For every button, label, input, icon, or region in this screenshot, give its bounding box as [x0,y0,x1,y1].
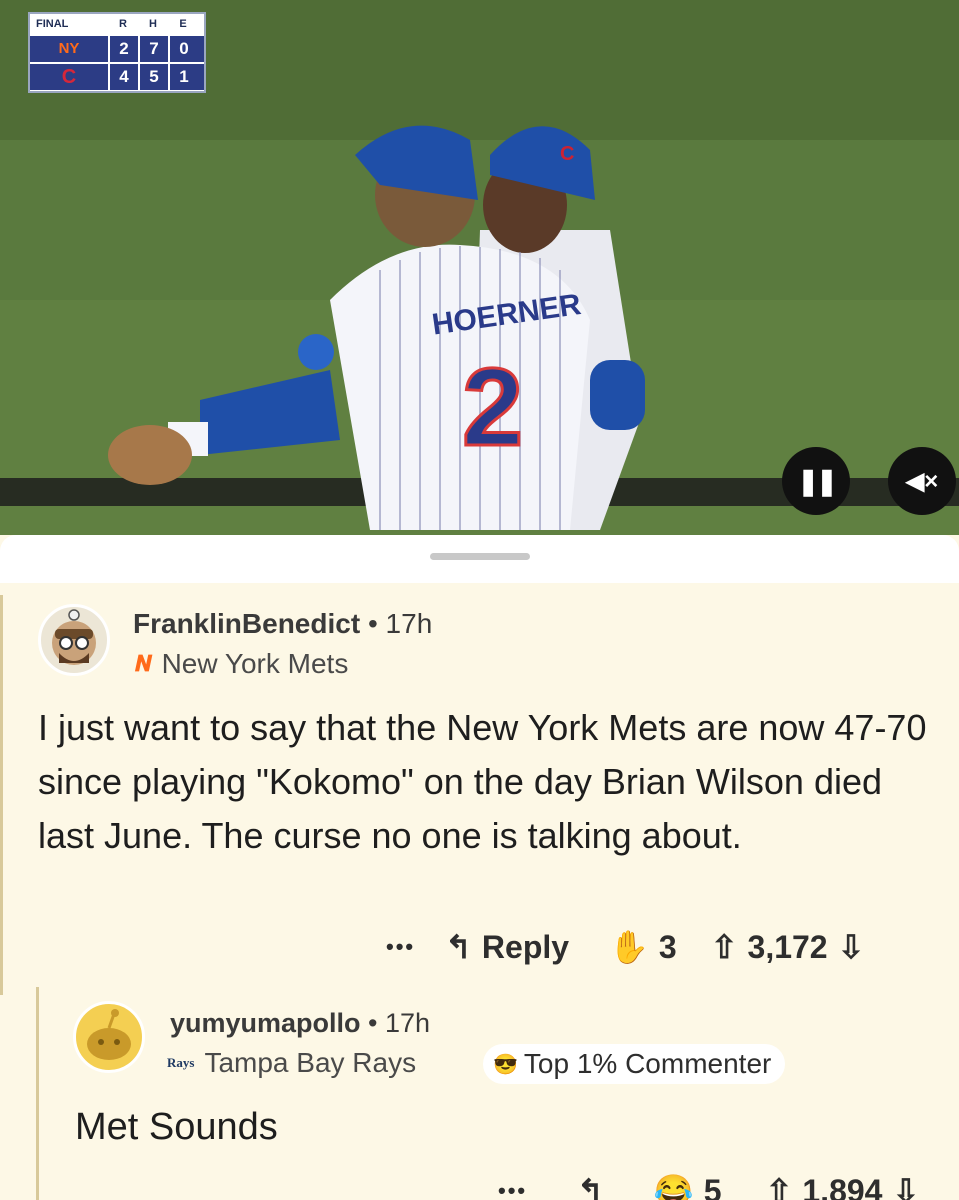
user-flair: Rays Tampa Bay Rays [167,1047,416,1079]
reply-author[interactable]: yumyumapollo • 17h [170,1008,430,1039]
comment-author[interactable]: FranklinBenedict • 17h [133,608,432,640]
thread-line[interactable] [0,595,3,995]
runs-header: R [119,18,127,30]
glove [108,425,192,485]
avatar[interactable] [38,604,110,676]
scoreboard-row-mets: NY 2 7 0 [30,34,204,62]
pause-icon: ❚❚ [797,465,838,496]
comment-actions: ••• ↰ Reply ✋ 3 ⇧ 3,172 ⇩ [386,928,864,966]
reply-icon: ↰ [445,929,472,965]
mets-errors: 0 [168,36,198,62]
upvote-icon: ⇧ [765,1173,793,1200]
downvote-icon: ⇩ [892,1173,920,1200]
score: 1,894 [802,1172,883,1200]
upvote-icon: ⇧ [710,929,738,965]
reply-label: Reply [481,928,570,965]
errors-header: E [179,18,187,30]
reply-button[interactable]: ↰ [577,1172,604,1200]
downvote-icon: ⇩ [837,929,865,965]
scoreboard: FINAL R H E NY 2 7 0 C 4 5 1 [28,12,206,93]
comment-body: I just want to say that the New York Met… [38,707,927,856]
rays-flair-icon: Rays [167,1055,195,1070]
award-button[interactable]: 😂 5 [654,1172,722,1200]
mets-flair-icon: 𝑵 [135,651,152,676]
cubs-errors: 1 [168,64,198,90]
reply-actions: ••• ↰ 😂 5 ⇧ 1,894 ⇩ [498,1172,919,1200]
snoo-avatar-icon [52,609,96,665]
username[interactable]: FranklinBenedict [133,608,360,639]
game-status: FINAL [36,18,69,30]
mets-hits: 7 [138,36,168,62]
avatar[interactable] [73,1001,145,1073]
hits-header: H [149,18,157,30]
downvote-button[interactable]: ⇩ [838,928,865,966]
comment-time: 17h [385,608,433,639]
flair-text: Tampa Bay Rays [204,1047,417,1078]
jersey-number: 2 [462,346,523,469]
mute-button[interactable]: ◀× [888,447,956,515]
more-icon: ••• [498,1178,528,1200]
flair-text: New York Mets [161,648,349,679]
mute-icon: ◀× [905,467,939,495]
sunglasses-icon: 😎 [493,1053,518,1076]
mets-logo-icon: NY [58,40,80,57]
award-count: 3 [658,928,677,965]
reply-body: Met Sounds [75,1106,278,1148]
more-options-button[interactable]: ••• [498,1178,527,1200]
reply-button[interactable]: ↰ Reply [445,928,569,966]
meta-separator: • [368,1008,378,1038]
reply-icon: ↰ [577,1173,604,1200]
reply-thread-line[interactable] [36,987,39,1200]
top-commenter-badge: 😎 Top 1% Commenter [483,1044,786,1084]
score: 3,172 [747,928,828,965]
comment-time: 17h [385,1008,431,1038]
more-icon: ••• [386,934,416,959]
svg-text:C: C [560,143,574,165]
drag-handle[interactable] [430,553,530,560]
mets-runs: 2 [108,36,138,62]
meta-separator: • [367,608,378,639]
downvote-button[interactable]: ⇩ [892,1172,919,1200]
more-options-button[interactable]: ••• [386,934,415,960]
pause-button[interactable]: ❚❚ [782,447,850,515]
upvote-button[interactable]: ⇧ 1,894 [766,1172,883,1200]
sheet-header [0,535,959,583]
award-icon: ✋ [609,929,649,965]
badge-label: Top 1% Commenter [523,1048,772,1079]
comments-sheet: FranklinBenedict • 17h 𝑵 New York Mets I… [0,535,959,1200]
user-flair: 𝑵 New York Mets [135,648,348,680]
award-count: 5 [703,1172,722,1200]
username[interactable]: yumyumapollo [170,1008,361,1038]
upvote-button[interactable]: ⇧ 3,172 [711,928,828,966]
cubs-logo-icon: C [61,66,77,88]
video-player[interactable]: C HOERNER 2 FINAL R H E NY 2 7 0 C 4 5 1… [0,0,959,535]
snoo-avatar-icon [87,1009,131,1060]
scoreboard-row-cubs: C 4 5 1 [30,62,204,90]
cubs-hits: 5 [138,64,168,90]
award-button[interactable]: ✋ 3 [609,928,677,966]
laugh-award-icon: 😂 [653,1173,694,1200]
cubs-runs: 4 [108,64,138,90]
